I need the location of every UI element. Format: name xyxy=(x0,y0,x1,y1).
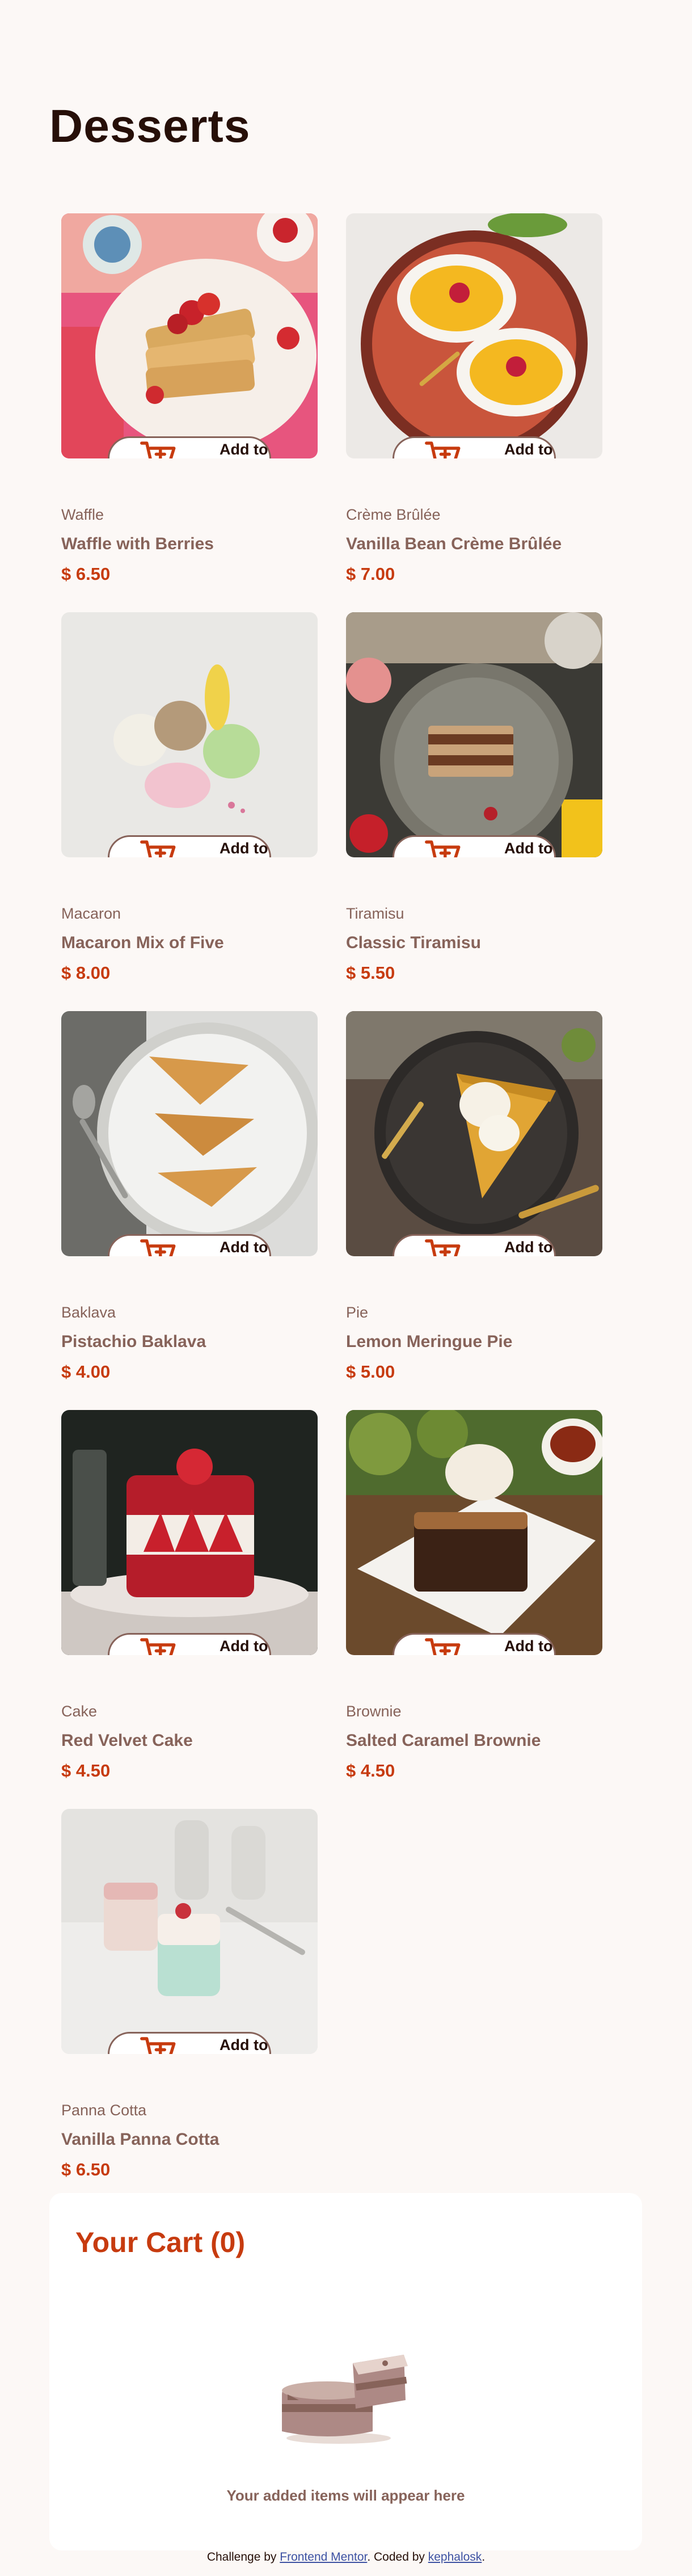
add-to-cart-button[interactable]: Add to Cart xyxy=(393,436,556,458)
author-link[interactable]: kephalosk xyxy=(428,2550,482,2564)
product-category: Panna Cotta xyxy=(61,2102,147,2119)
product-category: Waffle xyxy=(61,506,104,523)
product-category: Macaron xyxy=(61,905,121,922)
cart-add-icon xyxy=(140,1638,176,1655)
product-name: Waffle with Berries xyxy=(61,534,214,553)
product-category: Crème Brûlée xyxy=(346,506,441,523)
product-name: Red Velvet Cake xyxy=(61,1731,193,1750)
product-image-waffle: Add to Cart xyxy=(61,213,318,458)
product-image-cake: Add to Cart xyxy=(61,1410,318,1655)
product-category: Tiramisu xyxy=(346,905,404,922)
product-price: $ 6.50 xyxy=(61,564,111,584)
add-to-cart-label: Add to Cart xyxy=(220,2036,268,2053)
footer-suffix: . xyxy=(482,2550,486,2564)
product-card-tiramisu: Add to Cart Tiramisu Classic Tiramisu $ … xyxy=(346,612,602,1011)
add-to-cart-label: Add to Cart xyxy=(220,840,268,857)
product-image-tiramisu: Add to Cart xyxy=(346,612,602,857)
add-to-cart-button[interactable]: Add to Cart xyxy=(108,2032,271,2054)
product-price: $ 4.50 xyxy=(61,1761,111,1781)
attribution-footer: Challenge by Frontend Mentor. Coded by k… xyxy=(0,2550,692,2564)
product-card-cake: Add to Cart Cake Red Velvet Cake $ 4.50 xyxy=(61,1410,318,1809)
product-image-baklava: Add to Cart xyxy=(61,1011,318,1256)
add-to-cart-button[interactable]: Add to Cart xyxy=(108,1633,271,1655)
product-price: $ 7.00 xyxy=(346,564,395,584)
add-to-cart-button[interactable]: Add to Cart xyxy=(393,835,556,857)
product-name: Macaron Mix of Five xyxy=(61,933,224,952)
add-to-cart-label: Add to Cart xyxy=(220,1638,268,1655)
product-grid: Add to Cart Waffle Waffle with Berries $… xyxy=(61,213,602,2208)
add-to-cart-label: Add to Cart xyxy=(504,840,553,857)
product-name: Lemon Meringue Pie xyxy=(346,1332,513,1351)
add-to-cart-button[interactable]: Add to Cart xyxy=(108,835,271,857)
product-image-pie: Add to Cart xyxy=(346,1011,602,1256)
add-to-cart-button[interactable]: Add to Cart xyxy=(108,436,271,458)
product-card-panna-cotta: Add to Cart Panna Cotta Vanilla Panna Co… xyxy=(61,1809,318,2208)
page-title: Desserts xyxy=(49,100,251,152)
cart-add-icon xyxy=(140,441,176,458)
cart-add-icon xyxy=(140,2037,176,2054)
add-to-cart-button[interactable]: Add to Cart xyxy=(393,1633,556,1655)
add-to-cart-label: Add to Cart xyxy=(504,1239,553,1256)
product-name: Salted Caramel Brownie xyxy=(346,1731,541,1750)
cart-add-icon xyxy=(425,1239,461,1256)
cart-add-icon xyxy=(425,441,461,458)
product-price: $ 4.50 xyxy=(346,1761,395,1781)
add-to-cart-button[interactable]: Add to Cart xyxy=(393,1234,556,1256)
cart-title: Your Cart (0) xyxy=(75,2226,246,2258)
product-image-macaron: Add to Cart xyxy=(61,612,318,857)
product-name: Pistachio Baklava xyxy=(61,1332,206,1351)
product-card-macaron: Add to Cart Macaron Macaron Mix of Five … xyxy=(61,612,318,1011)
product-image-brownie: Add to Cart xyxy=(346,1410,602,1655)
product-card-brownie: Add to Cart Brownie Salted Caramel Brown… xyxy=(346,1410,602,1809)
product-name: Vanilla Bean Crème Brûlée xyxy=(346,534,562,553)
cart-add-icon xyxy=(425,840,461,857)
empty-cart-cake-illustration xyxy=(282,2355,408,2444)
product-card-pie: Add to Cart Pie Lemon Meringue Pie $ 5.0… xyxy=(346,1011,602,1410)
product-category: Pie xyxy=(346,1304,369,1321)
cart-add-icon xyxy=(140,840,176,857)
add-to-cart-label: Add to Cart xyxy=(504,441,553,458)
add-to-cart-button[interactable]: Add to Cart xyxy=(108,1234,271,1256)
add-to-cart-label: Add to Cart xyxy=(504,1638,553,1655)
product-category: Baklava xyxy=(61,1304,116,1321)
product-price: $ 6.50 xyxy=(61,2160,111,2179)
product-name: Vanilla Panna Cotta xyxy=(61,2130,220,2149)
add-to-cart-label: Add to Cart xyxy=(220,1239,268,1256)
footer-middle: . Coded by xyxy=(367,2550,428,2564)
product-price: $ 4.00 xyxy=(61,1362,111,1382)
product-image-creme-brulee: Add to Cart xyxy=(346,213,602,458)
cart-panel: Your Cart (0) Your added items will appe… xyxy=(49,2193,642,2550)
product-category: Cake xyxy=(61,1703,98,1720)
footer-prefix: Challenge by xyxy=(206,2550,280,2564)
product-name: Classic Tiramisu xyxy=(346,933,481,952)
empty-cart-message: Your added items will appear here xyxy=(226,2487,465,2504)
cart-add-icon xyxy=(140,1239,176,1256)
product-price: $ 5.50 xyxy=(346,963,395,983)
product-image-panna-cotta: Add to Cart xyxy=(61,1809,318,2054)
product-price: $ 5.00 xyxy=(346,1362,395,1382)
product-card-creme-brulee: Add to Cart Crème Brûlée Vanilla Bean Cr… xyxy=(346,213,602,612)
product-price: $ 8.00 xyxy=(61,963,111,983)
product-card-waffle: Add to Cart Waffle Waffle with Berries $… xyxy=(61,213,318,612)
cart-add-icon xyxy=(425,1638,461,1655)
frontend-mentor-link[interactable]: Frontend Mentor xyxy=(280,2550,367,2564)
product-category: Brownie xyxy=(346,1703,402,1720)
add-to-cart-label: Add to Cart xyxy=(220,441,268,458)
product-card-baklava: Add to Cart Baklava Pistachio Baklava $ … xyxy=(61,1011,318,1410)
